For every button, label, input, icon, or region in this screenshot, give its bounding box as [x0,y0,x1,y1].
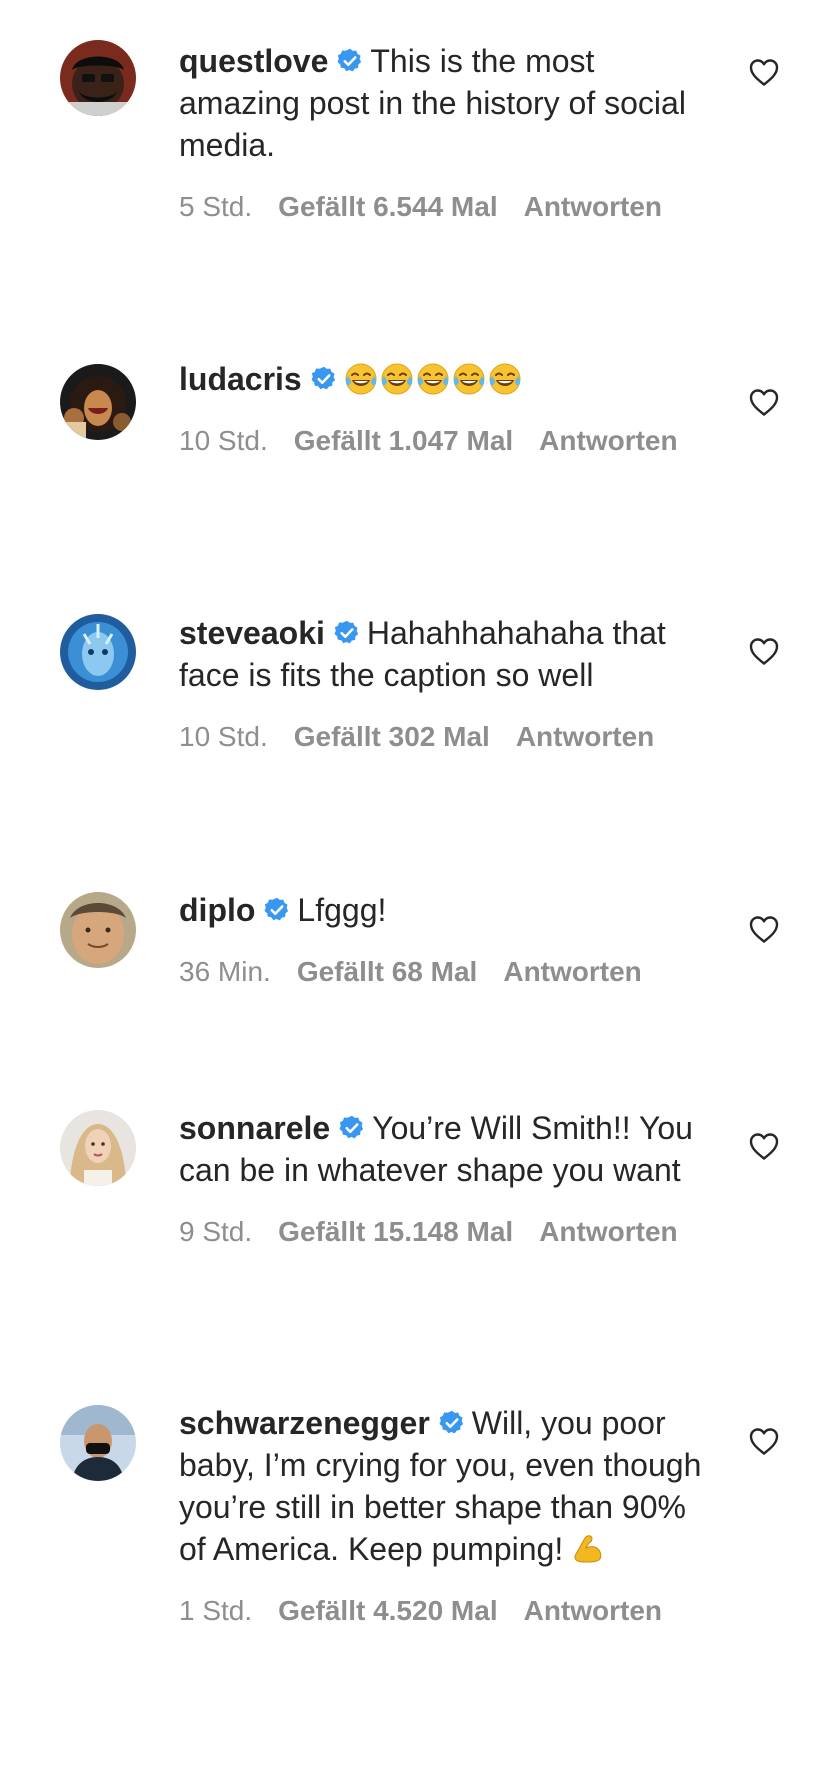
laughing-emoji-group [344,361,524,397]
heart-icon[interactable] [748,57,780,87]
comment-username[interactable]: sonnarele [179,1110,330,1146]
avatar[interactable] [60,364,136,440]
face-with-tears-of-joy-emoji [416,362,450,396]
like-count[interactable]: Gefällt 68 Mal [297,955,478,989]
verified-badge-icon [310,365,338,393]
heart-icon[interactable] [748,636,780,666]
reply-button[interactable]: Antworten [524,190,662,224]
reply-button[interactable]: Antworten [539,1215,677,1249]
comment-text: Lfggg! [297,892,387,928]
verified-badge-icon [438,1409,466,1437]
reply-button[interactable]: Antworten [539,424,677,458]
avatar[interactable] [60,614,136,690]
like-count[interactable]: Gefällt 15.148 Mal [278,1215,513,1249]
face-with-tears-of-joy-emoji [452,362,486,396]
like-count[interactable]: Gefällt 4.520 Mal [278,1594,497,1628]
heart-icon[interactable] [748,1131,780,1161]
like-count[interactable]: Gefällt 6.544 Mal [278,190,497,224]
comment-username[interactable]: diplo [179,892,255,928]
reply-button[interactable]: Antworten [503,955,641,989]
like-count[interactable]: Gefällt 1.047 Mal [294,424,513,458]
like-count[interactable]: Gefällt 302 Mal [294,720,490,754]
comment-meta: 10 Std. Gefällt 302 Mal Antworten [179,720,719,754]
comment-time[interactable]: 9 Std. [179,1215,252,1249]
face-with-tears-of-joy-emoji [380,362,414,396]
comment-meta: 36 Min. Gefällt 68 Mal Antworten [179,955,719,989]
heart-icon[interactable] [748,914,780,944]
verified-badge-icon [263,896,291,924]
comment-meta: 1 Std. Gefällt 4.520 Mal Antworten [179,1594,719,1628]
reply-button[interactable]: Antworten [516,720,654,754]
comment-username[interactable]: questlove [179,43,328,79]
avatar[interactable] [60,1405,136,1481]
heart-icon[interactable] [748,1426,780,1456]
avatar[interactable] [60,1110,136,1186]
comment-meta: 5 Std. Gefällt 6.544 Mal Antworten [179,190,719,224]
face-with-tears-of-joy-emoji [344,362,378,396]
heart-icon[interactable] [748,387,780,417]
verified-badge-icon [333,619,361,647]
avatar[interactable] [60,892,136,968]
comment-time[interactable]: 36 Min. [179,955,271,989]
comment-username[interactable]: schwarzenegger [179,1405,430,1441]
comment-meta: 9 Std. Gefällt 15.148 Mal Antworten [179,1215,719,1249]
comment-username[interactable]: steveaoki [179,615,325,651]
verified-badge-icon [336,47,364,75]
flexed-biceps-emoji [572,1532,606,1566]
comment-time[interactable]: 5 Std. [179,190,252,224]
avatar[interactable] [60,40,136,116]
comment-time[interactable]: 10 Std. [179,424,268,458]
comment-time[interactable]: 10 Std. [179,720,268,754]
verified-badge-icon [338,1114,366,1142]
comment-meta: 10 Std. Gefällt 1.047 Mal Antworten [179,424,719,458]
reply-button[interactable]: Antworten [524,1594,662,1628]
comment-time[interactable]: 1 Std. [179,1594,252,1628]
comment-username[interactable]: ludacris [179,361,302,397]
face-with-tears-of-joy-emoji [488,362,522,396]
